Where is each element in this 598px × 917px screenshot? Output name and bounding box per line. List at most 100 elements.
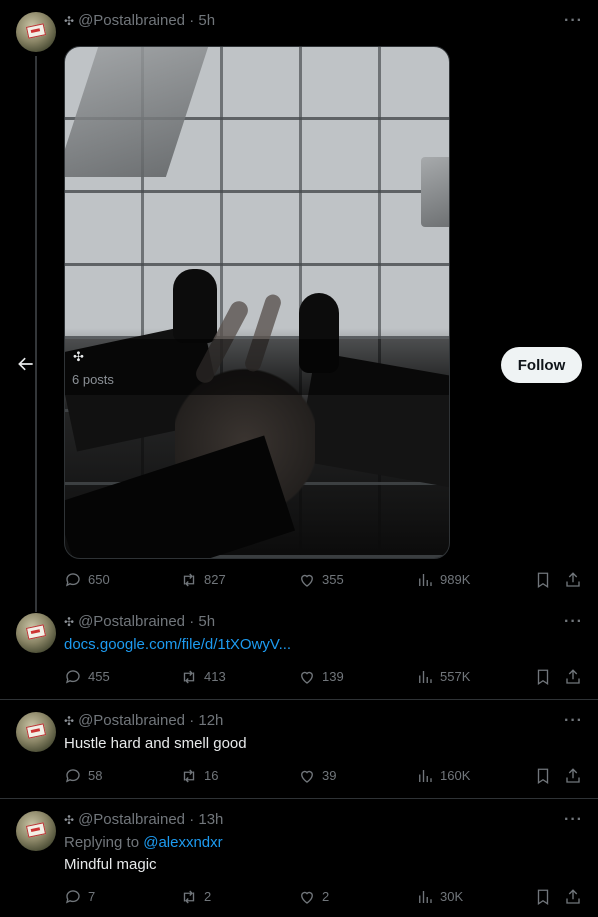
post-time[interactable]: 5h [198, 613, 215, 630]
post-divider [0, 699, 598, 700]
view-count: 557K [440, 669, 471, 684]
share-button[interactable] [564, 888, 588, 906]
view-count: 30K [440, 889, 464, 904]
share-upload-icon [566, 572, 580, 587]
like-button[interactable]: 355 [298, 571, 344, 589]
more-options-button[interactable]: ··· [564, 712, 583, 730]
post-text: Mindful magic [64, 856, 157, 873]
post-header: ✣ @Postalbrained · 12h [64, 712, 223, 729]
post-actions: 58 16 39 160K [64, 767, 584, 791]
post-media-image[interactable]: ✣ 6 posts [64, 46, 450, 559]
view-count: 160K [440, 768, 471, 783]
reply-button[interactable]: 455 [64, 668, 110, 686]
like-count: 2 [322, 889, 330, 904]
replying-to-handle[interactable]: @alexxndxr [143, 834, 222, 851]
like-count: 139 [322, 669, 344, 684]
more-options-button[interactable]: ··· [564, 613, 583, 631]
speech-bubble-icon [65, 573, 80, 587]
author-handle[interactable]: @Postalbrained [78, 12, 185, 29]
speech-bubble-icon [65, 890, 80, 904]
bookmark-icon [537, 572, 549, 589]
share-button[interactable] [564, 668, 588, 686]
like-button[interactable]: 39 [298, 767, 336, 785]
post-time[interactable]: 5h [198, 12, 215, 29]
name-symbol: ✣ [64, 714, 75, 728]
author-handle[interactable]: @Postalbrained [78, 811, 185, 828]
repost-arrows-icon [183, 890, 195, 904]
replying-to: Replying to @alexxndxr [64, 834, 223, 851]
bar-chart-icon [419, 891, 432, 903]
reply-button[interactable]: 58 [64, 767, 102, 785]
heart-icon [301, 671, 313, 684]
share-upload-icon [566, 889, 580, 904]
bar-chart-icon [419, 671, 432, 683]
author-handle[interactable]: @Postalbrained [78, 712, 185, 729]
speech-bubble-icon [65, 670, 80, 684]
more-options-button[interactable]: ··· [564, 811, 583, 829]
like-button[interactable]: 139 [298, 668, 344, 686]
name-symbol: ✣ [64, 14, 75, 28]
repost-count: 413 [204, 669, 226, 684]
separator: · [189, 712, 195, 729]
views-button[interactable]: 557K [416, 668, 470, 686]
avatar[interactable] [16, 712, 56, 752]
post-time[interactable]: 12h [198, 712, 223, 729]
reply-count: 650 [88, 572, 110, 587]
bookmark-button[interactable] [534, 888, 558, 906]
bookmark-icon [537, 889, 549, 906]
post-header: ✣ @Postalbrained · 5h [64, 613, 215, 630]
views-button[interactable]: 160K [416, 767, 470, 785]
more-options-button[interactable]: ··· [564, 12, 583, 30]
post-header: ✣ @Postalbrained · 5h [64, 12, 215, 29]
separator: · [189, 811, 195, 828]
shoe-left [173, 269, 217, 343]
reply-button[interactable]: 7 [64, 888, 95, 906]
like-count: 355 [322, 572, 344, 587]
post-header: ✣ @Postalbrained · 13h [64, 811, 223, 828]
post-actions: 650 827 355 989K [64, 571, 584, 595]
author-handle[interactable]: @Postalbrained [78, 613, 185, 630]
repost-count: 827 [204, 572, 226, 587]
like-count: 39 [322, 768, 337, 783]
repost-button[interactable]: 413 [180, 668, 226, 686]
share-upload-icon [566, 669, 580, 684]
repost-button[interactable]: 2 [180, 888, 211, 906]
repost-arrows-icon [183, 670, 195, 684]
post-link[interactable]: docs.google.com/file/d/1tXOwyV... [64, 636, 291, 653]
avatar[interactable] [16, 811, 56, 851]
bar-chart-icon [419, 574, 432, 586]
share-button[interactable] [564, 767, 588, 785]
bookmark-button[interactable] [534, 767, 558, 785]
avatar[interactable] [16, 613, 56, 653]
post-actions: 7 2 2 30K [64, 888, 584, 912]
post-time[interactable]: 13h [198, 811, 223, 828]
repost-button[interactable]: 827 [180, 571, 226, 589]
views-button[interactable]: 989K [416, 571, 470, 589]
name-symbol: ✣ [64, 615, 75, 629]
like-button[interactable]: 2 [298, 888, 329, 906]
views-button[interactable]: 30K [416, 888, 463, 906]
reply-button[interactable]: 650 [64, 571, 110, 589]
post-actions: 455 413 139 557K [64, 668, 584, 692]
reply-count: 58 [88, 768, 103, 783]
replying-prefix: Replying to [64, 834, 140, 851]
repost-count: 2 [204, 889, 212, 904]
repost-button[interactable]: 16 [180, 767, 218, 785]
avatar[interactable] [16, 12, 56, 52]
name-symbol: ✣ [64, 813, 75, 827]
heart-icon [301, 770, 313, 783]
share-upload-icon [566, 768, 580, 783]
bookmark-button[interactable] [534, 571, 558, 589]
speech-bubble-icon [65, 769, 80, 783]
back-button[interactable] [16, 354, 38, 376]
view-count: 989K [440, 572, 471, 587]
bookmark-icon [537, 768, 549, 785]
bar-chart-icon [419, 770, 432, 782]
bookmark-button[interactable] [534, 668, 558, 686]
bookmark-icon [537, 669, 549, 686]
profile-hover-overlay [65, 339, 449, 395]
heart-icon [301, 891, 313, 904]
follow-button[interactable]: Follow [501, 347, 582, 383]
share-button[interactable] [564, 571, 588, 589]
overlay-name-symbol: ✣ [73, 349, 84, 364]
